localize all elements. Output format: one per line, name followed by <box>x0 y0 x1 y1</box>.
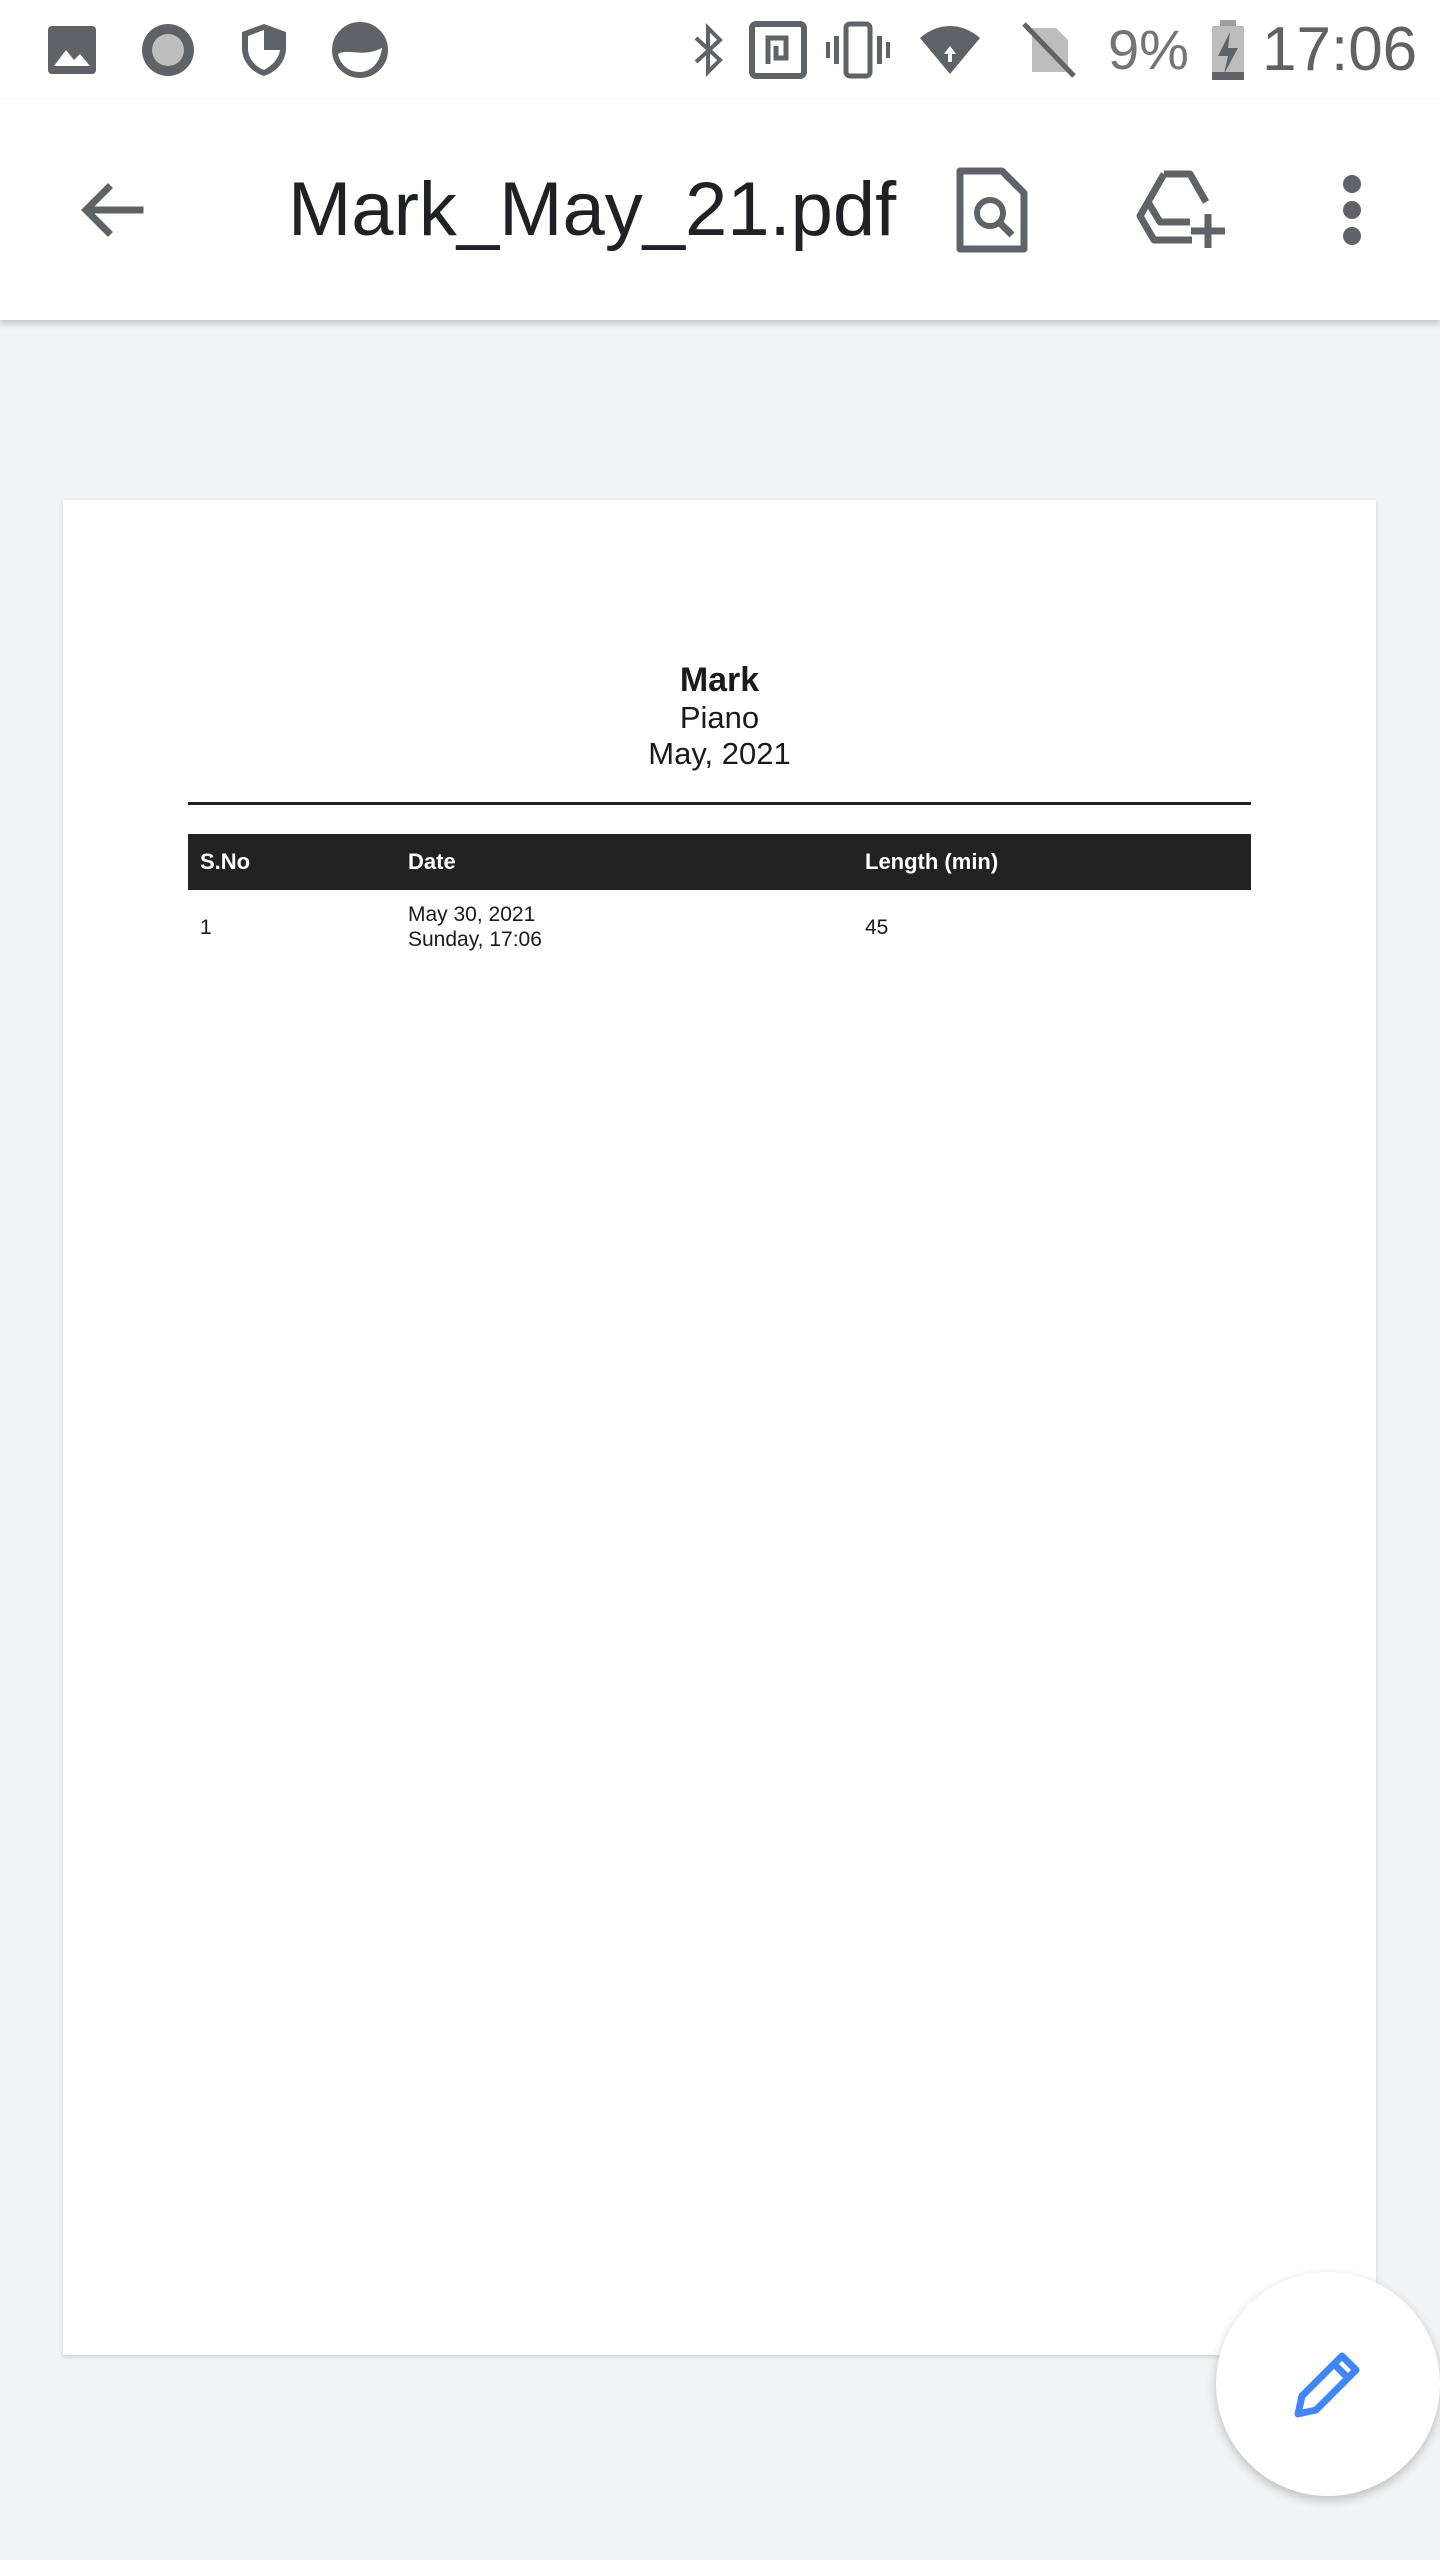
no-sim-icon <box>1016 18 1080 82</box>
cell-date-line1: May 30, 2021 <box>408 903 536 926</box>
nfc-icon <box>746 18 810 82</box>
cell-date-line2: Sunday, 17:06 <box>408 928 542 951</box>
cell-sno: 1 <box>200 915 212 939</box>
gallery-icon <box>40 18 104 82</box>
more-vert-icon <box>1343 175 1361 245</box>
pdf-page: Mark Piano May, 2021 S.No Date Length (m… <box>63 500 1376 2355</box>
document-header: Mark Piano May, 2021 <box>63 660 1376 772</box>
table-row: 1 May 30, 2021 Sunday, 17:06 45 <box>188 890 1251 964</box>
file-title: Mark_May_21.pdf <box>288 167 897 252</box>
clock: 17:06 <box>1262 15 1418 84</box>
find-in-document-icon <box>956 167 1028 253</box>
edit-pencil-icon <box>1294 2352 1360 2418</box>
more-options-button[interactable] <box>1294 152 1410 268</box>
edit-fab-button[interactable] <box>1216 2272 1440 2496</box>
status-bar: 9% 17:06 <box>0 0 1440 100</box>
wifi-icon <box>918 18 982 82</box>
bluetooth-icon <box>676 18 740 82</box>
record-icon <box>136 18 200 82</box>
column-header-date: Date <box>396 834 853 890</box>
find-in-document-button[interactable] <box>934 152 1050 268</box>
shield-icon <box>232 18 296 82</box>
table-header-row: S.No Date Length (min) <box>188 834 1251 890</box>
battery-percent: 9% <box>1108 18 1189 81</box>
header-divider <box>188 802 1251 805</box>
cell-date: May 30, 2021 Sunday, 17:06 <box>396 890 853 964</box>
app-icon <box>328 18 392 82</box>
document-period: May, 2021 <box>648 736 791 771</box>
vibrate-icon <box>826 18 890 82</box>
add-to-drive-button[interactable] <box>1124 152 1240 268</box>
add-to-drive-icon <box>1136 170 1225 248</box>
back-button[interactable] <box>54 152 170 268</box>
column-header-sno: S.No <box>188 834 396 890</box>
app-bar: Mark_May_21.pdf <box>0 100 1440 320</box>
sessions-table: S.No Date Length (min) 1 May 30, 2021 Su… <box>188 834 1251 964</box>
cell-length: 45 <box>865 915 889 939</box>
column-header-length: Length (min) <box>853 834 1251 890</box>
document-name: Mark <box>679 661 760 699</box>
battery-charging-icon <box>1196 18 1244 82</box>
document-subtitle: Piano <box>679 700 760 735</box>
back-arrow-icon <box>81 183 144 237</box>
